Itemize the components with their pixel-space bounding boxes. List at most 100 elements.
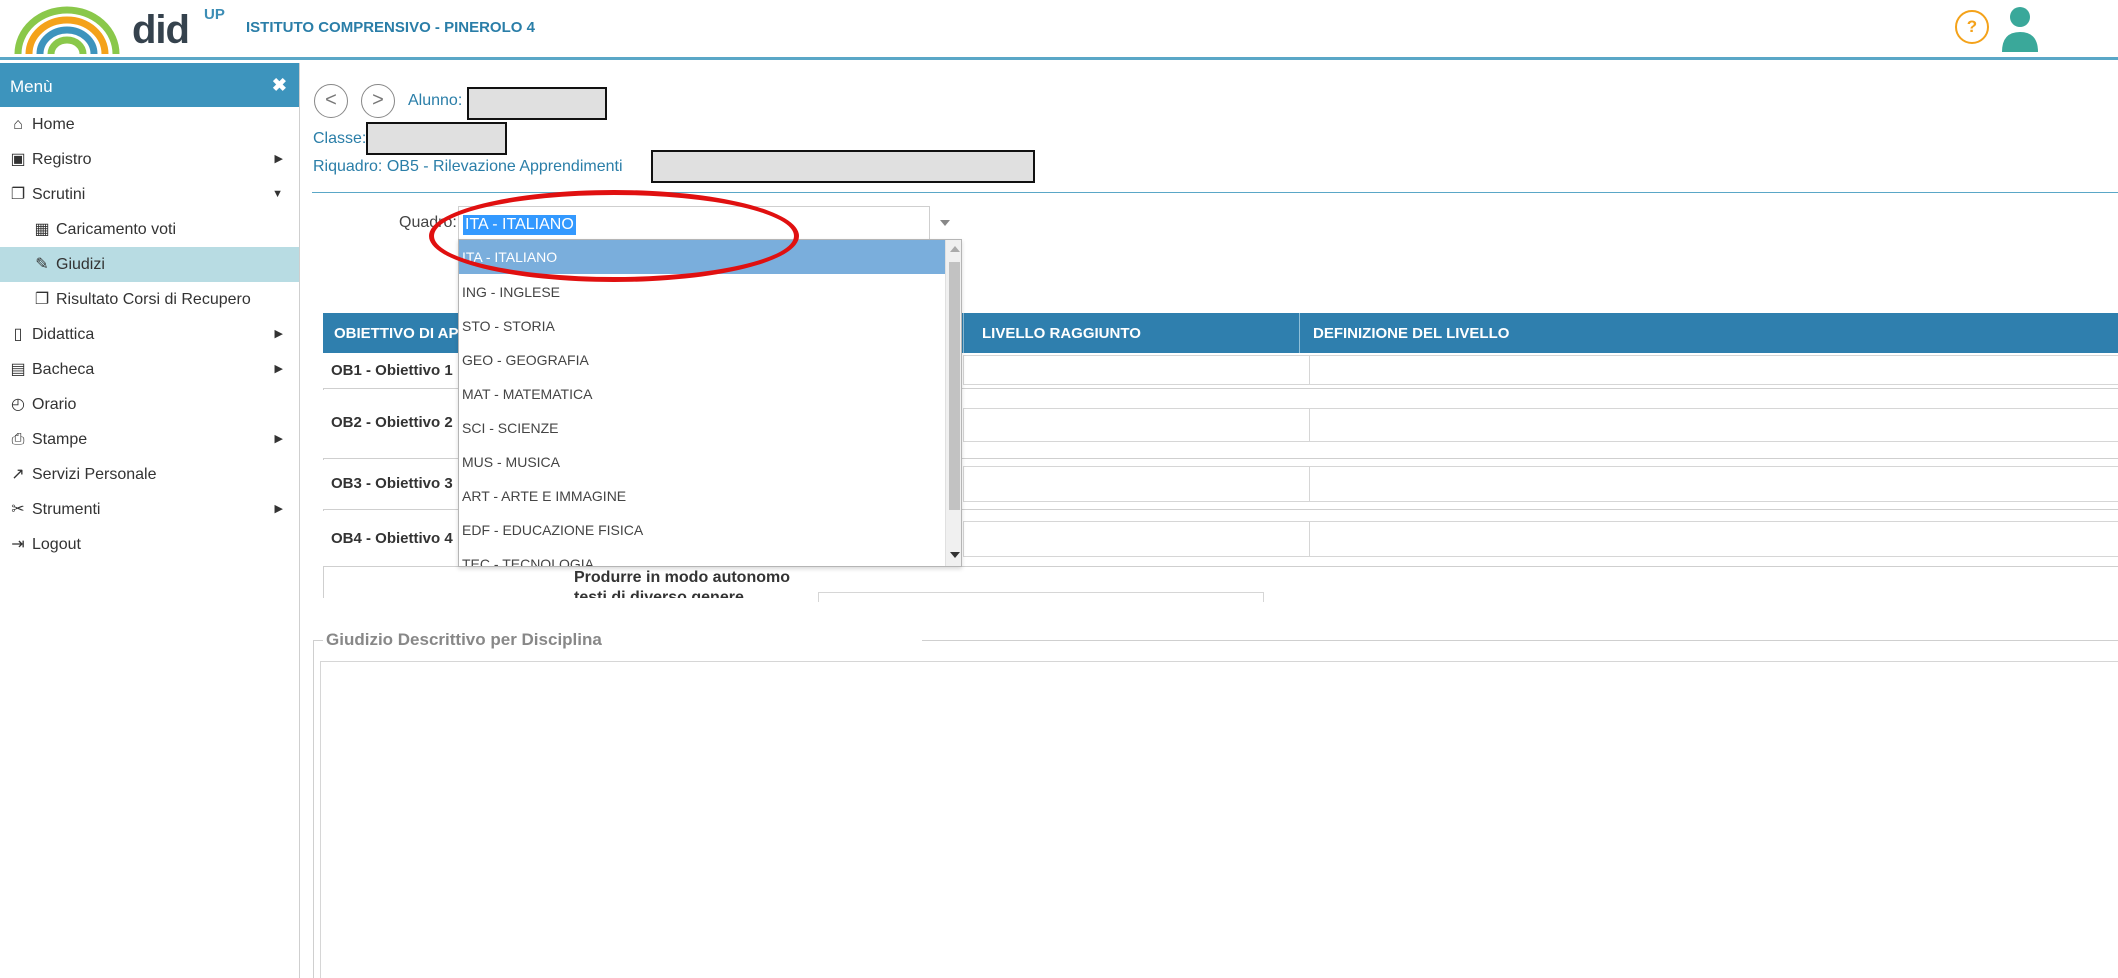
help-button[interactable]: ? — [1955, 10, 1989, 44]
definizione-field[interactable] — [1309, 408, 2118, 442]
column-header-definizione: DEFINIZIONE DEL LIVELLO — [1313, 325, 1510, 342]
quadro-label: Quadro: — [399, 214, 457, 231]
dropdown-scrollbar[interactable] — [945, 240, 961, 566]
sidebar-item-scrutini[interactable]: ❐ Scrutini ▼ — [0, 177, 299, 212]
sidebar-title-label: Menù — [10, 77, 53, 96]
column-separator — [1299, 313, 1300, 353]
definizione-field[interactable] — [1309, 466, 2118, 502]
sidebar-item-strumenti[interactable]: ✂ Strumenti ▶ — [0, 492, 299, 527]
sidebar-item-home[interactable]: ⌂ Home — [0, 107, 299, 142]
objective-description: Produrre in modo autonomo — [574, 569, 790, 586]
redacted-student-name — [467, 87, 607, 120]
sidebar-item-logout[interactable]: ⇥ Logout — [0, 527, 299, 562]
definizione-field[interactable] — [1309, 521, 2118, 557]
divider — [312, 192, 2118, 193]
dropdown-option[interactable]: ITA - ITALIANO — [459, 240, 945, 274]
riquadro-label: Riquadro: OB5 - Rilevazione Apprendiment… — [313, 158, 623, 175]
sidebar-item-label: Orario — [32, 396, 77, 413]
edit-icon: ✎ — [35, 256, 49, 273]
sidebar-title: Menù ✖ — [0, 63, 299, 107]
column-header-obiettivo: OBIETTIVO DI AP — [334, 325, 459, 342]
definizione-field[interactable] — [1309, 355, 2118, 385]
calendar-check-icon: ▣ — [10, 151, 26, 168]
sidebar-item-giudizi[interactable]: ✎ Giudizi — [0, 247, 299, 282]
dropdown-option[interactable]: MAT - MATEMATICA — [459, 377, 945, 411]
objective-label: OB1 - Obiettivo 1 — [331, 362, 453, 379]
sidebar-item-risultato-corsi[interactable]: ❐ Risultato Corsi di Recupero — [0, 282, 299, 317]
chevron-right-icon: ▶ — [274, 153, 283, 165]
sidebar-item-label: Home — [32, 116, 75, 133]
tools-icon: ✂ — [11, 501, 25, 518]
chevron-right-icon: ▶ — [274, 503, 283, 515]
school-name: ISTITUTO COMPRENSIVO - PINEROLO 4 — [246, 19, 535, 36]
sidebar-item-label: Caricamento voti — [56, 221, 177, 238]
sidebar-item-didattica[interactable]: ▯ Didattica ▶ — [0, 317, 299, 352]
dropdown-option[interactable]: GEO - GEOGRAFIA — [459, 343, 945, 377]
dropdown-option[interactable]: ART - ARTE E IMMAGINE — [459, 479, 945, 513]
app-header: did UP ISTITUTO COMPRENSIVO - PINEROLO 4… — [0, 0, 2118, 60]
sidebar-item-bacheca[interactable]: ▤ Bacheca ▶ — [0, 352, 299, 387]
fieldset-border — [313, 640, 314, 978]
scroll-down-icon[interactable] — [950, 552, 960, 558]
next-student-button[interactable]: > — [361, 84, 395, 118]
book-icon: ▯ — [13, 326, 23, 343]
sidebar-item-registro[interactable]: ▣ Registro ▶ — [0, 142, 299, 177]
logo-text: did — [132, 8, 190, 52]
column-header-livello: LIVELLO RAGGIUNTO — [982, 325, 1141, 342]
quadro-selected-value: ITA - ITALIANO — [463, 215, 576, 235]
dropdown-option[interactable]: TEC - TECNOLOGIA — [459, 547, 945, 566]
classe-label: Classe: — [313, 130, 367, 147]
chevron-down-icon: ▼ — [272, 188, 283, 200]
dropdown-option[interactable]: SCI - SCIENZE — [459, 411, 945, 445]
dropdown-option[interactable]: STO - STORIA — [459, 309, 945, 343]
logo-superscript: UP — [204, 6, 225, 23]
board-icon: ▤ — [10, 361, 26, 378]
quadro-dropdown-list: ITA - ITALIANO ING - INGLESE STO - STORI… — [458, 239, 962, 567]
sidebar: Menù ✖ ⌂ Home ▣ Registro ▶ ❐ Scrutini ▼ ▦ Ca… — [0, 63, 300, 978]
close-icon[interactable]: ✖ — [272, 75, 287, 96]
sidebar-item-orario[interactable]: ◴ Orario — [0, 387, 299, 422]
sidebar-item-caricamento-voti[interactable]: ▦ Caricamento voti — [0, 212, 299, 247]
livello-select[interactable] — [818, 592, 1264, 602]
chevron-right-icon: ▶ — [274, 328, 283, 340]
sidebar-item-label: Scrutini — [32, 186, 86, 203]
scrollbar-thumb[interactable] — [949, 262, 960, 510]
dropdown-option[interactable]: MUS - MUSICA — [459, 445, 945, 479]
fieldset-border — [922, 640, 2118, 641]
sidebar-item-label: Strumenti — [32, 501, 101, 518]
sidebar-item-label: Bacheca — [32, 361, 95, 378]
alunno-label: Alunno: — [408, 92, 463, 109]
sidebar-item-label: Registro — [32, 151, 92, 168]
chevron-down-icon[interactable] — [940, 220, 950, 226]
objective-label: OB2 - Obiettivo 2 — [331, 414, 453, 431]
giudizio-textarea[interactable] — [320, 661, 2118, 978]
dropdown-option[interactable]: EDF - EDUCAZIONE FISICA — [459, 513, 945, 547]
quadro-select[interactable]: ITA - ITALIANO — [458, 206, 930, 242]
document-icon: ❐ — [34, 291, 50, 308]
share-icon: ↗ — [11, 466, 25, 483]
fieldset-border — [313, 640, 323, 641]
dropdown-option[interactable]: ING - INGLESE — [459, 275, 945, 309]
sidebar-item-label: Stampe — [32, 431, 88, 448]
objective-description-continued: testi di diverso genere — [574, 589, 744, 598]
chevron-right-icon: ▶ — [274, 363, 283, 375]
sidebar-item-stampe[interactable]: ⎙ Stampe ▶ — [0, 422, 299, 457]
logout-icon: ⇥ — [11, 536, 25, 553]
sidebar-item-servizi-personale[interactable]: ↗ Servizi Personale — [0, 457, 299, 492]
giudizio-legend: Giudizio Descrittivo per Disciplina — [326, 630, 602, 649]
scroll-up-icon[interactable] — [950, 246, 960, 252]
grid-icon: ▦ — [34, 221, 50, 238]
rainbow-logo-icon — [14, 6, 120, 55]
sidebar-item-label: Logout — [32, 536, 81, 553]
objective-label: OB4 - Obiettivo 4 — [331, 530, 453, 547]
user-icon[interactable] — [2000, 4, 2040, 54]
column-separator — [963, 313, 964, 353]
previous-student-button[interactable]: < — [314, 84, 348, 118]
chevron-right-icon: ▶ — [274, 433, 283, 445]
sidebar-item-label: Giudizi — [56, 256, 105, 273]
print-icon: ⎙ — [11, 431, 25, 448]
clock-icon: ◴ — [11, 396, 25, 413]
sidebar-item-label: Risultato Corsi di Recupero — [56, 291, 251, 308]
redacted-class — [366, 122, 507, 155]
home-icon: ⌂ — [13, 116, 23, 133]
